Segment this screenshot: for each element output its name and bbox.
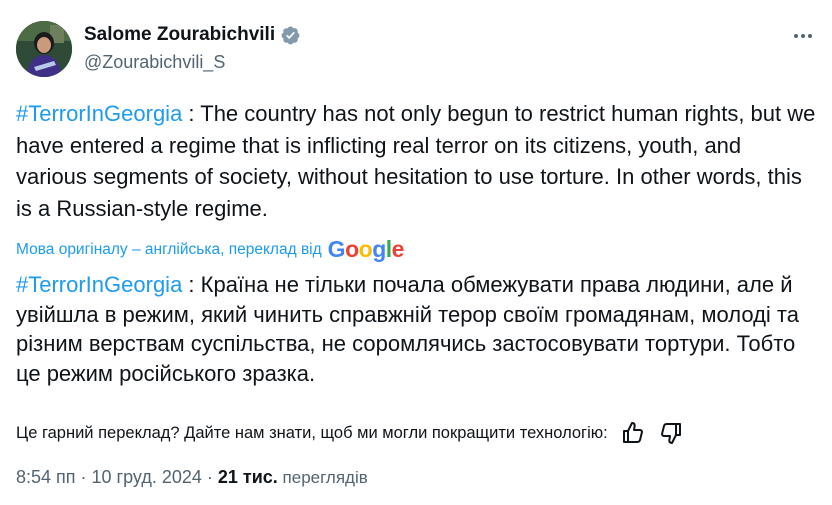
tweet-time[interactable]: 8:54 пп (16, 467, 76, 488)
dot-icon (794, 34, 798, 38)
dot-icon (808, 34, 812, 38)
dot-icon (801, 34, 805, 38)
thumbs-down-button[interactable] (658, 420, 684, 446)
more-options-button[interactable] (788, 24, 818, 48)
tweet-meta: 8:54 пп · 10 груд. 2024 · 21 тис. перегл… (16, 467, 368, 488)
google-logo: Google (327, 236, 405, 262)
verified-badge-icon (281, 26, 300, 44)
profile-photo (16, 21, 72, 77)
tweet-date[interactable]: 10 груд. 2024 (92, 467, 202, 488)
translation-attribution[interactable]: Мова оригіналу – англійська, переклад ві… (16, 236, 404, 263)
hashtag-link-translated[interactable]: #TerrorInGeorgia (16, 272, 182, 297)
thumbs-up-button[interactable] (620, 420, 646, 446)
thumbs-up-icon (622, 422, 643, 443)
meta-separator: · (75, 467, 92, 487)
feedback-question: Це гарний переклад? Дайте нам знати, щоб… (16, 423, 608, 442)
author-name-row: Salome Zourabichvili (84, 24, 301, 46)
author-handle[interactable]: @Zourabichvili_S (84, 52, 225, 73)
translation-feedback: Це гарний переклад? Дайте нам знати, щоб… (16, 420, 816, 446)
author-name[interactable]: Salome Zourabichvili (84, 24, 275, 46)
avatar[interactable] (16, 21, 72, 77)
meta-separator: · (201, 467, 218, 487)
views-count: 21 тис. (217, 467, 278, 487)
views-label: переглядів (277, 467, 368, 487)
tweet-text: #TerrorInGeorgia : The country has not o… (16, 98, 816, 224)
hashtag-link[interactable]: #TerrorInGeorgia (16, 101, 182, 126)
translated-text: #TerrorInGeorgia : Країна не тільки поча… (16, 270, 816, 388)
translation-label: Мова оригіналу – англійська, переклад ві… (16, 240, 322, 258)
thumbs-down-icon (660, 423, 681, 444)
